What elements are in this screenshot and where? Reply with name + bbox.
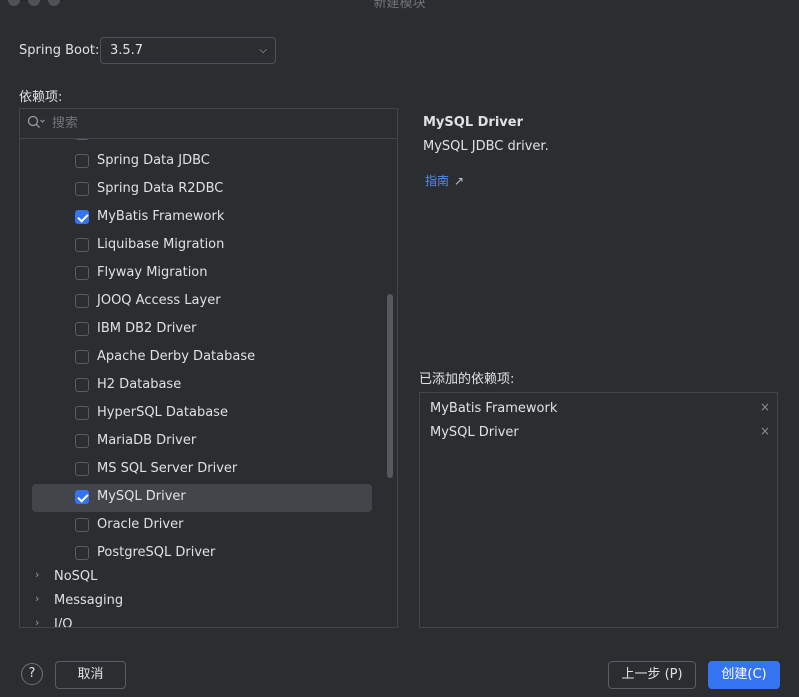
- guide-link[interactable]: 指南 ↗: [425, 172, 464, 189]
- dependency-label: HyperSQL Database: [97, 405, 228, 420]
- dependency-checkbox[interactable]: [75, 322, 89, 336]
- dependency-row[interactable]: H2 Database: [20, 372, 380, 400]
- dependency-row[interactable]: Apache Derby Database: [20, 344, 380, 372]
- dependency-row[interactable]: JOOQ Access Layer: [20, 288, 380, 316]
- dependency-checkbox[interactable]: [75, 210, 89, 224]
- dependency-checkbox[interactable]: [75, 182, 89, 196]
- previous-button[interactable]: 上一步 (P): [608, 661, 696, 689]
- spring-boot-version-value: 3.5.7: [110, 43, 144, 58]
- dependency-label: PostgreSQL Driver: [97, 545, 216, 560]
- added-dependency-name: MyBatis Framework: [430, 401, 558, 416]
- dependency-row[interactable]: Spring Data R2DBC: [20, 176, 380, 204]
- dependency-row[interactable]: MySQL Driver: [20, 484, 380, 512]
- dependency-row[interactable]: Liquibase Migration: [20, 232, 380, 260]
- dependency-detail-description: MySQL JDBC driver.: [423, 139, 549, 154]
- dependencies-label: 依赖项:: [19, 90, 63, 105]
- dependency-tree-panel: Spring Data JPA Spring Data JDBC Spring Da…: [19, 108, 398, 628]
- dependency-row[interactable]: Flyway Migration: [20, 260, 380, 288]
- dependency-checkbox[interactable]: [75, 462, 89, 476]
- window-title: 新建模块: [373, 0, 426, 11]
- help-button[interactable]: ?: [21, 663, 43, 685]
- dependency-row[interactable]: HyperSQL Database: [20, 400, 380, 428]
- search-icon: [27, 115, 45, 133]
- dependency-label: IBM DB2 Driver: [97, 321, 197, 336]
- create-button[interactable]: 创建(C): [708, 661, 780, 689]
- dependency-row[interactable]: IBM DB2 Driver: [20, 316, 380, 344]
- dependency-label: MariaDB Driver: [97, 433, 197, 448]
- dependency-label: MS SQL Server Driver: [97, 461, 238, 476]
- guide-link-label: 指南: [425, 174, 450, 188]
- chevron-right-icon[interactable]: ›: [35, 568, 39, 581]
- dependency-row[interactable]: Spring Data JPA: [20, 139, 380, 148]
- dependency-checkbox[interactable]: [75, 378, 89, 392]
- category-label: NoSQL: [54, 569, 98, 584]
- cancel-button[interactable]: 取消: [55, 661, 126, 689]
- dependency-checkbox[interactable]: [75, 238, 89, 252]
- dependency-checkbox[interactable]: [75, 350, 89, 364]
- external-link-icon: ↗: [454, 174, 465, 188]
- spring-boot-label: Spring Boot:: [19, 43, 100, 58]
- spring-boot-version-select[interactable]: 3.5.7 ⌵: [100, 37, 276, 64]
- dependency-row[interactable]: Oracle Driver: [20, 512, 380, 540]
- dependency-checkbox[interactable]: [75, 294, 89, 308]
- dependency-row[interactable]: Spring Data JDBC: [20, 148, 380, 176]
- dependency-checkbox[interactable]: [75, 154, 89, 168]
- dependency-checkbox[interactable]: [75, 490, 89, 504]
- remove-icon[interactable]: ×: [760, 400, 770, 414]
- category-label: I/O: [54, 617, 73, 627]
- dependency-label: MyBatis Framework: [97, 209, 225, 224]
- chevron-right-icon[interactable]: ›: [35, 592, 39, 605]
- added-dependency-name: MySQL Driver: [430, 425, 519, 440]
- dependency-row[interactable]: MyBatis Framework: [20, 204, 380, 232]
- dependency-label: MySQL Driver: [97, 489, 186, 504]
- category-row[interactable]: › I/O: [20, 612, 380, 627]
- dependency-checkbox[interactable]: [75, 434, 89, 448]
- dependency-list: Spring Data JPA Spring Data JDBC Spring Da…: [20, 139, 397, 627]
- dependency-label: Spring Data JPA: [97, 139, 198, 140]
- dependency-detail-title: MySQL Driver: [423, 115, 523, 130]
- dependency-checkbox[interactable]: [75, 406, 89, 420]
- dependency-search: [20, 109, 397, 139]
- remove-icon[interactable]: ×: [760, 424, 770, 438]
- list-scrollbar[interactable]: [387, 294, 393, 478]
- dependency-label: Spring Data R2DBC: [97, 181, 224, 196]
- added-dependency-item[interactable]: MySQL Driver ×: [430, 422, 770, 444]
- dependency-checkbox[interactable]: [75, 266, 89, 280]
- title-bar: 新建模块: [0, 0, 799, 11]
- dependency-label: Oracle Driver: [97, 517, 184, 532]
- dependency-checkbox[interactable]: [75, 139, 89, 140]
- dependency-checkbox[interactable]: [75, 518, 89, 532]
- added-dependencies-label: 已添加的依赖项:: [419, 372, 515, 387]
- dependency-label: Flyway Migration: [97, 265, 208, 280]
- category-label: Messaging: [54, 593, 124, 608]
- chevron-right-icon[interactable]: ›: [35, 616, 39, 627]
- added-dependencies-list: MyBatis Framework × MySQL Driver ×: [419, 392, 778, 628]
- dependency-label: Spring Data JDBC: [97, 153, 210, 168]
- dependency-label: JOOQ Access Layer: [97, 293, 221, 308]
- dependency-row[interactable]: MariaDB Driver: [20, 428, 380, 456]
- chevron-down-icon: ⌵: [259, 45, 267, 56]
- dependency-row[interactable]: MS SQL Server Driver: [20, 456, 380, 484]
- dependency-label: Apache Derby Database: [97, 349, 256, 364]
- added-dependency-item[interactable]: MyBatis Framework ×: [430, 398, 770, 420]
- dependency-label: H2 Database: [97, 377, 182, 392]
- search-input[interactable]: [52, 113, 382, 133]
- dependency-checkbox[interactable]: [75, 546, 89, 560]
- dependency-label: Liquibase Migration: [97, 237, 225, 252]
